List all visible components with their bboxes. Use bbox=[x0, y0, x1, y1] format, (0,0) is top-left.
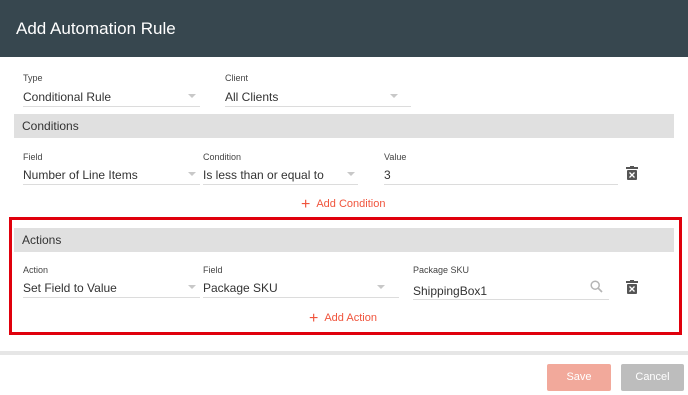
save-button[interactable]: Save bbox=[547, 364, 611, 391]
chevron-down-icon bbox=[377, 285, 385, 289]
delete-condition-trash-icon[interactable] bbox=[626, 166, 638, 180]
plus-icon: + bbox=[301, 196, 311, 213]
add-action-label: Add Action bbox=[324, 312, 377, 324]
condition-operator-value: Is less than or equal to bbox=[203, 168, 324, 182]
dialog-header: Add Automation Rule bbox=[0, 0, 688, 57]
client-select-value: All Clients bbox=[225, 90, 279, 104]
plus-icon: + bbox=[309, 310, 319, 327]
package-sku-value: ShippingBox1 bbox=[413, 284, 488, 298]
condition-value-text: 3 bbox=[384, 168, 391, 182]
action-field-value: Package SKU bbox=[203, 281, 278, 295]
type-select-value: Conditional Rule bbox=[23, 90, 112, 104]
client-label: Client bbox=[225, 73, 249, 83]
actions-title: Actions bbox=[22, 233, 62, 247]
condition-field-label: Field bbox=[23, 152, 43, 162]
footer-divider bbox=[0, 351, 688, 355]
conditions-section-header: Conditions bbox=[14, 114, 674, 138]
condition-value-label: Value bbox=[384, 152, 407, 162]
delete-action-trash-icon[interactable] bbox=[626, 280, 638, 294]
add-action-button[interactable]: + Add Action bbox=[309, 310, 377, 328]
cancel-button[interactable]: Cancel bbox=[621, 364, 684, 391]
condition-field-value: Number of Line Items bbox=[23, 168, 138, 182]
condition-field-underline bbox=[23, 184, 200, 185]
conditions-title: Conditions bbox=[22, 119, 79, 133]
action-field-label: Field bbox=[203, 265, 223, 275]
chevron-down-icon bbox=[188, 172, 196, 176]
condition-operator-underline bbox=[203, 184, 358, 185]
add-condition-button[interactable]: + Add Condition bbox=[301, 196, 385, 214]
condition-value-underline bbox=[384, 184, 618, 185]
chevron-down-icon bbox=[347, 172, 355, 176]
action-label: Action bbox=[23, 265, 49, 275]
actions-section-header: Actions bbox=[14, 228, 674, 252]
action-field-underline bbox=[203, 297, 399, 298]
dialog-title: Add Automation Rule bbox=[16, 19, 176, 38]
type-underline bbox=[23, 106, 200, 107]
chevron-down-icon bbox=[188, 285, 196, 289]
add-condition-label: Add Condition bbox=[316, 198, 386, 210]
chevron-down-icon bbox=[188, 94, 196, 98]
search-icon[interactable] bbox=[590, 280, 603, 293]
type-label: Type bbox=[23, 73, 43, 83]
action-select-value: Set Field to Value bbox=[23, 281, 117, 295]
package-sku-underline bbox=[413, 299, 609, 300]
package-sku-label: Package SKU bbox=[413, 265, 470, 275]
action-underline bbox=[23, 297, 200, 298]
client-underline bbox=[225, 106, 411, 107]
chevron-down-icon bbox=[390, 94, 398, 98]
condition-operator-label: Condition bbox=[203, 152, 242, 162]
